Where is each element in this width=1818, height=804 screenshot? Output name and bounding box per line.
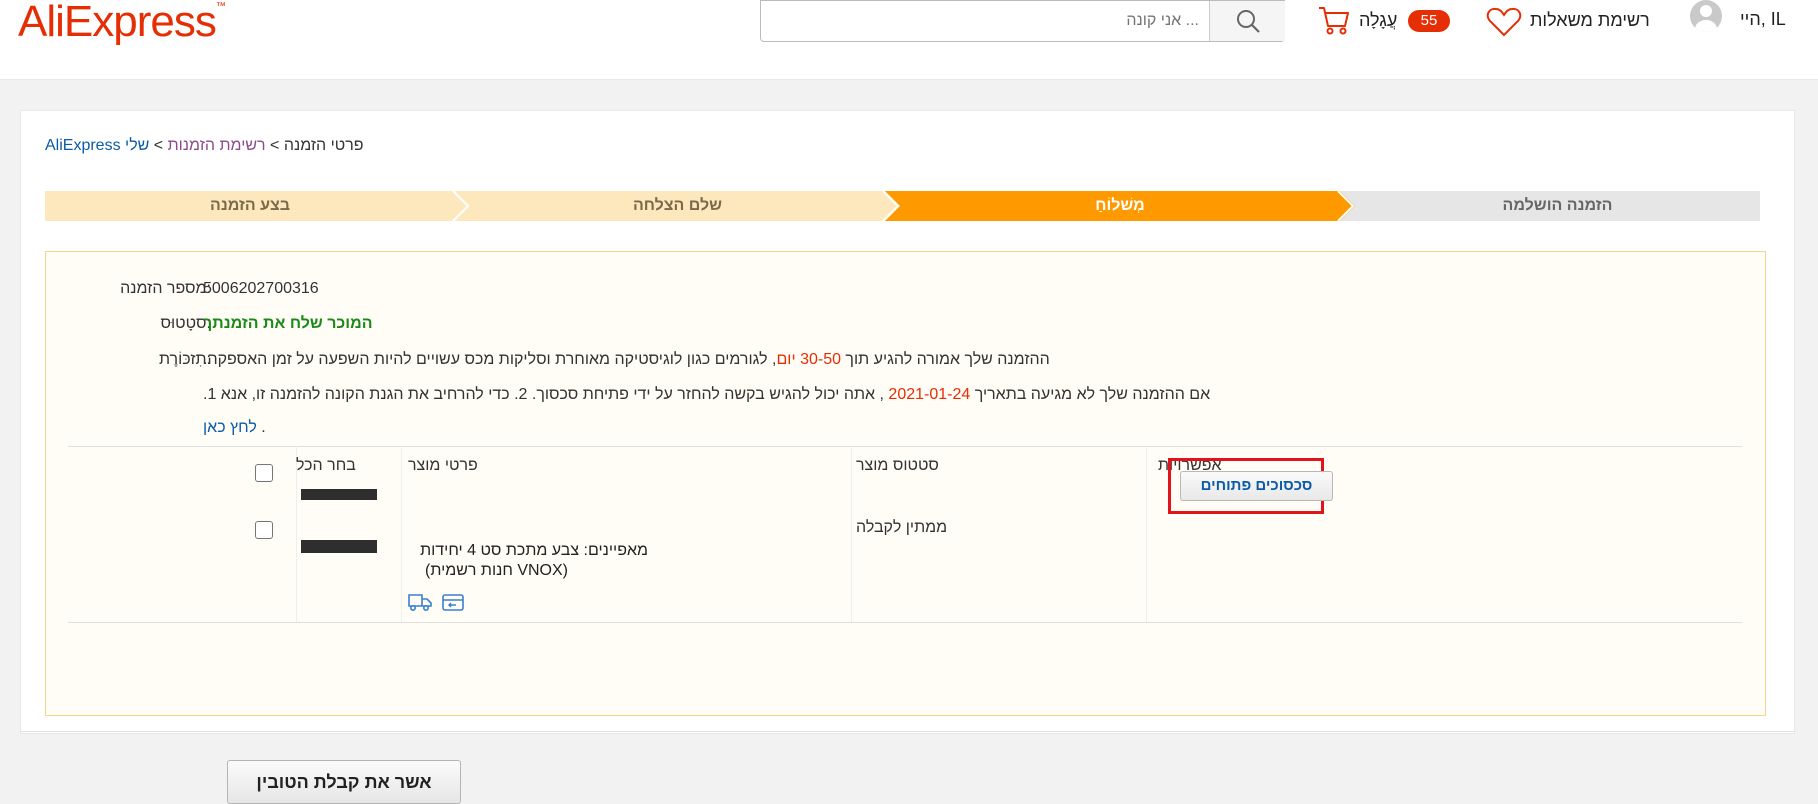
breadcrumb-separator: > (265, 137, 280, 154)
cart-icon (1319, 7, 1349, 35)
dispute-date: 2021-01-24 (888, 386, 971, 403)
item-properties: מאפיינים: צבע מתכת סט 4 יחידות (420, 542, 648, 559)
account-menu[interactable]: היי, IL (1686, 0, 1806, 40)
item-store[interactable]: (VNOX חנות רשמית) (408, 562, 568, 580)
breadcrumb-current: פרטי הזמנה (283, 137, 364, 154)
status-value: המוכר שלח את הזמנתך (203, 315, 373, 332)
store-box-icon[interactable] (442, 592, 464, 612)
step-place-order: בצע הזמנה (210, 197, 290, 214)
search-icon (1236, 10, 1260, 33)
order-progress-steps: הזמנה הושלמה מְשׁלוֹחַ שלם הצלחה בצע הזמ… (45, 191, 1760, 221)
click-here-link[interactable]: לחץ כאן (203, 419, 257, 436)
column-divider (1146, 446, 1147, 622)
wishlist-label: רשימת משאלות (1530, 10, 1650, 30)
reminder-text: ההזמנה שלך אמורה להגיע תוך (840, 351, 1050, 368)
shipping-truck-icon[interactable] (408, 592, 432, 612)
avatar-icon (1690, 0, 1722, 32)
breadcrumb-separator: > (149, 137, 164, 154)
search-box (760, 0, 1285, 42)
top-header: AliExpress™ עֲגָלָה 55 רשימת משאלות היי,… (0, 0, 1818, 80)
order-details-container: AliExpress פרטי הזמנה > רשימת הזמנות > ש… (20, 110, 1795, 804)
open-dispute-button[interactable]: סכסוכים פתוחים (1180, 471, 1333, 501)
logo-text: AliExpress (18, 0, 217, 46)
order-number-value: 5006202700316 (203, 280, 319, 297)
breadcrumb-mine[interactable]: שלי (125, 137, 149, 154)
step-order-complete: הזמנה הושלמה (1502, 197, 1613, 214)
cart-link[interactable]: עֲגָלָה 55 (1312, 2, 1452, 40)
table-top-border (68, 446, 1742, 447)
account-greeting: היי, IL (1740, 9, 1786, 29)
reminder-line-2: אם ההזמנה שלך לא מגיעה בתאריך 2021-01-24… (203, 386, 1210, 404)
reminder-line-3: לחץ כאן . (203, 419, 266, 437)
breadcrumb-home[interactable]: AliExpress (45, 137, 121, 154)
aliexpress-logo[interactable]: AliExpress™ (18, 0, 226, 46)
reminder-text: , לגורמים כגון לוגיסטיקה מאוחרת וסליקות … (203, 351, 777, 368)
step-payment-success: שלם הצלחה (632, 197, 723, 214)
order-info-panel: מספר הזמנה: 5006202700316 סטָטוּס: המוכר… (45, 251, 1766, 804)
select-all-checkbox[interactable] (255, 464, 273, 482)
search-input[interactable] (761, 1, 1209, 41)
delivery-days: 30-50 יום (776, 351, 841, 368)
reminder-text: אם ההזמנה שלך לא מגיעה בתאריך (970, 386, 1211, 403)
column-header-status: סטטוס מוצר (856, 457, 939, 474)
item-checkbox[interactable] (255, 521, 273, 539)
confirm-receipt-button[interactable]: אשר את קבלת הטובין (227, 760, 461, 804)
column-header-details: פרטי מוצר (408, 457, 478, 474)
column-divider (851, 446, 852, 622)
breadcrumb: AliExpress פרטי הזמנה > רשימת הזמנות > ש… (45, 137, 364, 155)
breadcrumb-orders[interactable]: רשימת הזמנות (168, 137, 266, 154)
logo-trademark: ™ (215, 1, 226, 12)
search-button[interactable] (1209, 1, 1285, 41)
redacted-product-title (301, 540, 377, 553)
wishlist-link[interactable]: רשימת משאלות (1484, 2, 1664, 40)
reminder-text: , אתה יכול להגיש בקשה להחזר על ידי פתיחת… (203, 386, 889, 403)
column-divider (401, 446, 402, 622)
order-number-label: מספר הזמנה: (120, 280, 211, 297)
page-divider (20, 731, 1795, 732)
redacted-product-image (301, 489, 377, 500)
item-status: ממתין לקבלה (856, 519, 948, 536)
cart-label: עֲגָלָה (1359, 10, 1398, 30)
column-header-select-all: בחר הכל (296, 457, 356, 474)
step-shipping: מְשׁלוֹחַ (1095, 197, 1145, 214)
reminder-text: . (256, 419, 266, 436)
table-bottom-border (68, 622, 1742, 623)
reminder-line-1: ההזמנה שלך אמורה להגיע תוך 30-50 יום, לג… (203, 351, 1050, 369)
cart-count-badge: 55 (1408, 10, 1450, 32)
heart-icon (1486, 7, 1522, 37)
